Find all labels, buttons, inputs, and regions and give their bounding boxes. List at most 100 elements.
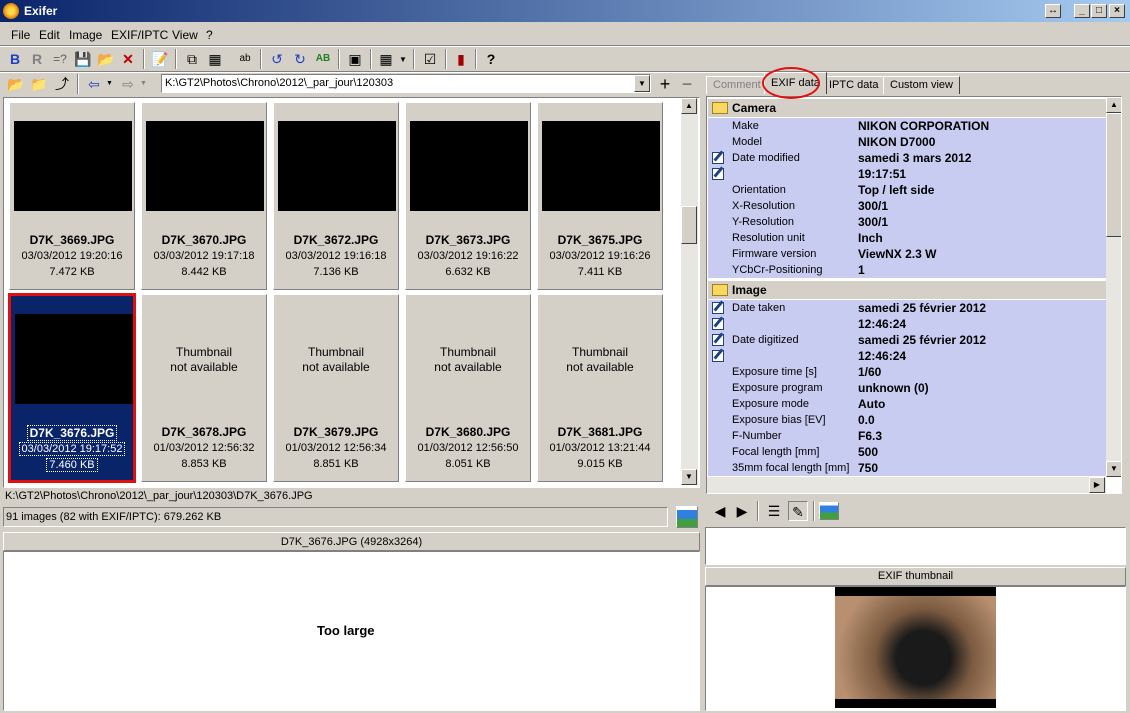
edit-view-icon[interactable]: ✎: [788, 501, 808, 521]
exif-hscrollbar[interactable]: ▶: [707, 477, 1106, 493]
forward-icon[interactable]: ⇨: [118, 74, 138, 94]
chevron-down-icon[interactable]: ▼: [634, 75, 650, 92]
edit-field-icon[interactable]: [712, 334, 724, 346]
exif-row[interactable]: Exposure mode Auto: [708, 396, 1106, 412]
thumbnail-cell[interactable]: D7K_3675.JPG 03/03/2012 19:16:26 7.411 K…: [537, 102, 663, 290]
exif-row[interactable]: 12:46:24: [708, 348, 1106, 364]
plus-icon[interactable]: +: [655, 74, 675, 94]
app-icon[interactable]: [3, 3, 19, 19]
checklist-icon[interactable]: ☑: [420, 49, 440, 69]
scroll-thumb[interactable]: [681, 206, 697, 244]
thumbnail-cell-selected[interactable]: D7K_3676.JPG 03/03/2012 19:17:52 7.460 K…: [8, 293, 136, 483]
menu-edit[interactable]: Edit: [39, 28, 60, 42]
table-icon[interactable]: ▦: [205, 49, 225, 69]
minimize-button[interactable]: _: [1074, 4, 1090, 18]
edit-field-icon[interactable]: [712, 350, 724, 362]
image-view-icon[interactable]: [676, 506, 698, 528]
thumbnail-cell[interactable]: Thumbnail not available D7K_3679.JPG 01/0…: [273, 294, 399, 482]
rotate-left-icon[interactable]: ↺: [267, 49, 287, 69]
previous-icon[interactable]: ◀: [710, 501, 730, 521]
exif-row[interactable]: F-Number F6.3: [708, 428, 1106, 444]
menu-view[interactable]: View: [172, 28, 198, 42]
bold-icon[interactable]: B: [5, 49, 25, 69]
exif-row[interactable]: X-Resolution 300/1: [708, 198, 1106, 214]
thumbnail-cell[interactable]: D7K_3669.JPG 03/03/2012 19:20:16 7.472 K…: [9, 102, 135, 290]
edit-field-icon[interactable]: [712, 302, 724, 314]
exif-group-image[interactable]: Image: [708, 281, 1106, 299]
minus-icon[interactable]: −: [677, 74, 697, 94]
edit-field-icon[interactable]: [712, 168, 724, 180]
exif-row[interactable]: Firmware version ViewNX 2.3 W: [708, 246, 1106, 262]
grid-scrollbar[interactable]: ▲ ▼: [681, 98, 698, 485]
tab-iptc-data[interactable]: IPTC data: [822, 76, 886, 94]
exif-row[interactable]: Orientation Top / left side: [708, 182, 1106, 198]
next-icon[interactable]: ▶: [732, 501, 752, 521]
exif-row[interactable]: Model NIKON D7000: [708, 134, 1106, 150]
exif-row[interactable]: YCbCr-Positioning 1: [708, 262, 1106, 278]
rename-ab-icon[interactable]: AB: [313, 49, 333, 69]
exif-row[interactable]: Exposure bias [EV] 0.0: [708, 412, 1106, 428]
exif-row[interactable]: Y-Resolution 300/1: [708, 214, 1106, 230]
restore-size-button[interactable]: ↔: [1045, 4, 1061, 18]
thumbnail-cell[interactable]: Thumbnail not available D7K_3681.JPG 01/0…: [537, 294, 663, 482]
edit-field-icon[interactable]: [712, 152, 724, 164]
exif-row[interactable]: Exposure program unknown (0): [708, 380, 1106, 396]
slideshow-icon[interactable]: ▣: [345, 49, 365, 69]
thumbnail-cell[interactable]: Thumbnail not available D7K_3680.JPG 01/0…: [405, 294, 531, 482]
scroll-down-icon[interactable]: ▼: [681, 469, 697, 485]
spell-icon[interactable]: ab: [235, 49, 255, 69]
thumbnail-cell[interactable]: D7K_3672.JPG 03/03/2012 19:16:18 7.136 K…: [273, 102, 399, 290]
exif-row[interactable]: 12:46:24: [708, 316, 1106, 332]
exif-row[interactable]: Date modified samedi 3 mars 2012: [708, 150, 1106, 166]
menu-help[interactable]: ?: [206, 28, 213, 42]
title-bar[interactable]: Exifer ↔ _ □ ×: [0, 0, 1130, 22]
exif-row[interactable]: Date taken samedi 25 février 2012: [708, 300, 1106, 316]
back-icon[interactable]: ⇦: [84, 74, 104, 94]
exif-row[interactable]: Resolution unit Inch: [708, 230, 1106, 246]
exif-row[interactable]: Make NIKON CORPORATION: [708, 118, 1106, 134]
tab-exif-data[interactable]: EXIF data: [764, 72, 827, 94]
rename-icon[interactable]: R: [27, 49, 47, 69]
exif-group-camera[interactable]: Camera: [708, 99, 1106, 117]
thumbnail-cell[interactable]: D7K_3670.JPG 03/03/2012 19:17:18 8.442 K…: [141, 102, 267, 290]
chevron-down-icon[interactable]: ▼: [140, 80, 147, 87]
edit-icon[interactable]: 📝: [150, 49, 170, 69]
compare-icon[interactable]: =?: [50, 49, 70, 69]
exif-row[interactable]: Exposure time [s] 1/60: [708, 364, 1106, 380]
open-folder-icon[interactable]: 📂: [96, 49, 116, 69]
chevron-down-icon[interactable]: ▼: [399, 55, 407, 64]
edit-field-icon[interactable]: [712, 318, 724, 330]
menu-image[interactable]: Image: [69, 28, 102, 42]
menu-file[interactable]: File: [11, 28, 30, 42]
scroll-right-icon[interactable]: ▶: [1089, 477, 1105, 493]
device-icon[interactable]: ▮: [451, 49, 471, 69]
favorite-folder-icon[interactable]: 📁: [29, 74, 49, 94]
save-icon[interactable]: 💾: [73, 49, 93, 69]
exif-list[interactable]: Camera Make NIKON CORPORATION Model NIKON …: [706, 96, 1122, 494]
scroll-thumb[interactable]: [1106, 113, 1121, 237]
comment-box[interactable]: [705, 527, 1126, 565]
menu-exif-iptc[interactable]: EXIF/IPTC: [111, 28, 168, 42]
rotate-right-icon[interactable]: ↻: [290, 49, 310, 69]
thumbnail-cell[interactable]: D7K_3673.JPG 03/03/2012 19:16:22 6.632 K…: [405, 102, 531, 290]
chevron-down-icon[interactable]: ▼: [106, 80, 113, 87]
view-grid-icon[interactable]: ▦: [376, 49, 396, 69]
exif-row[interactable]: Date digitized samedi 25 février 2012: [708, 332, 1106, 348]
thumbnail-cell[interactable]: Thumbnail not available D7K_3678.JPG 01/0…: [141, 294, 267, 482]
up-folder-icon[interactable]: ⤴: [52, 74, 72, 94]
exif-row[interactable]: 19:17:51: [708, 166, 1106, 182]
exif-row[interactable]: Focal length [mm] 500: [708, 444, 1106, 460]
scroll-down-icon[interactable]: ▼: [1106, 461, 1121, 477]
scroll-up-icon[interactable]: ▲: [1106, 97, 1121, 113]
list-view-icon[interactable]: ☰: [764, 501, 784, 521]
close-button[interactable]: ×: [1109, 4, 1125, 18]
path-input[interactable]: K:\GT2\Photos\Chrono\2012\_par_jour\1203…: [161, 74, 651, 93]
exif-row[interactable]: 35mm focal length [mm] 750: [708, 460, 1106, 476]
copy-icon[interactable]: ⧉: [182, 49, 202, 69]
image-view-icon[interactable]: [819, 502, 839, 520]
tab-custom-view[interactable]: Custom view: [883, 76, 960, 94]
tab-comment[interactable]: Comment: [706, 76, 768, 94]
delete-icon[interactable]: ✕: [118, 49, 138, 69]
thumbnail-grid[interactable]: D7K_3669.JPG 03/03/2012 19:20:16 7.472 K…: [3, 97, 700, 488]
open-folder-icon[interactable]: 📂: [6, 74, 26, 94]
